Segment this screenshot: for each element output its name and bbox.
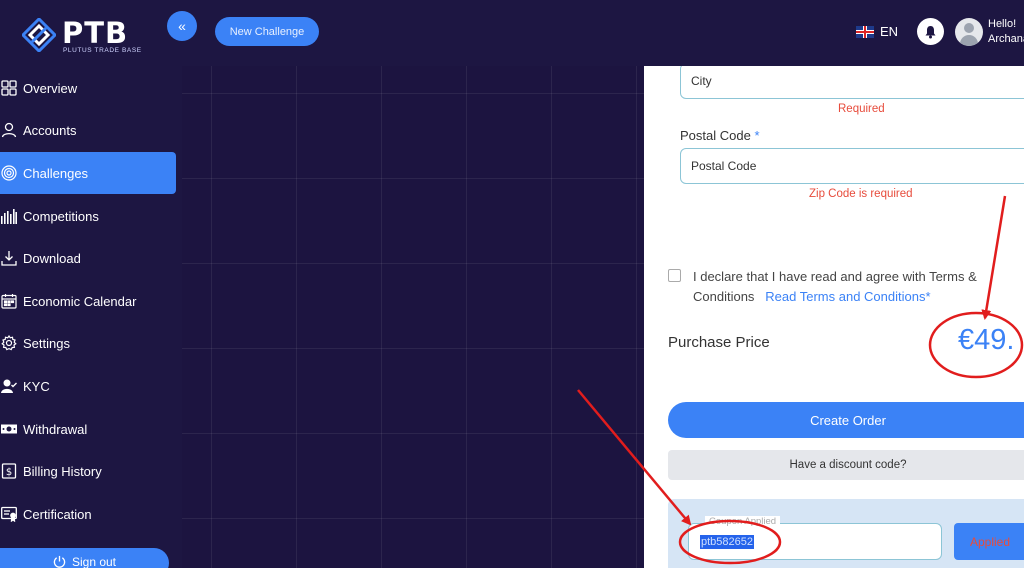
coupon-section: Coupon Applied ptb582652 Applied (668, 499, 1024, 568)
terms-link[interactable]: Read Terms and Conditions* (765, 289, 930, 304)
coupon-legend: Coupon Applied (705, 516, 781, 527)
grid-icon (0, 79, 18, 97)
discount-code-toggle[interactable]: Have a discount code? (668, 450, 1024, 480)
sidebar-item-label: Economic Calendar (23, 293, 137, 309)
language-selector[interactable]: EN (856, 24, 898, 39)
sidebar-item-label: Billing History (23, 463, 102, 479)
double-chevron-left-icon: « (178, 18, 186, 34)
user-greeting[interactable]: Hello! Archana (988, 17, 1024, 47)
sidebar-item-economic-calendar[interactable]: Economic Calendar (0, 280, 176, 322)
create-order-button[interactable]: Create Order (668, 402, 1024, 438)
username-text: Archana (988, 33, 1024, 45)
uk-flag-icon (856, 25, 874, 38)
notifications-button[interactable] (917, 18, 944, 45)
postal-code-placeholder: Postal Code (691, 159, 757, 173)
logo-diamond-icon (22, 18, 56, 52)
sidebar-item-label: KYC (23, 378, 50, 394)
required-mark: * (754, 128, 760, 143)
city-placeholder: City (691, 74, 712, 88)
sidebar-item-overview[interactable]: Overview (0, 67, 176, 109)
purchase-price-label: Purchase Price (668, 334, 770, 351)
logo[interactable]: PTB PLUTUS TRADE BASE (22, 16, 142, 56)
purchase-price-value: €49. (958, 324, 1015, 356)
checkout-panel: City Required Postal Code * Postal Code … (644, 66, 1024, 568)
city-error: Required (838, 103, 885, 115)
greeting-text: Hello! (988, 18, 1017, 30)
user-check-icon (0, 377, 18, 395)
applied-button[interactable]: Applied (954, 523, 1024, 560)
postal-code-error: Zip Code is required (809, 188, 913, 200)
coupon-input[interactable]: Coupon Applied ptb582652 (688, 516, 942, 560)
city-input[interactable]: City (680, 66, 1024, 99)
sign-out-label: Sign out (71, 555, 117, 568)
sidebar-item-withdrawal[interactable]: Withdrawal (0, 408, 176, 450)
logo-subtitle: PLUTUS TRADE BASE (63, 47, 142, 54)
svg-text:$: $ (6, 467, 12, 478)
sidebar-item-certification[interactable]: Certification (0, 493, 176, 535)
sidebar: Overview Accounts Challenges Competition… (0, 66, 182, 568)
language-label: EN (880, 24, 899, 39)
terms-checkbox[interactable] (668, 269, 681, 282)
dollar-doc-icon: $ (0, 462, 18, 480)
sidebar-item-label: Overview (23, 80, 78, 96)
avatar[interactable] (955, 18, 983, 46)
top-bar: PTB PLUTUS TRADE BASE « New Challenge EN… (0, 0, 1024, 66)
sidebar-item-download[interactable]: Download (0, 237, 176, 279)
coupon-value: ptb582652 (700, 535, 754, 549)
postal-code-label-text: Postal Code (680, 128, 751, 143)
sidebar-item-label: Withdrawal (23, 421, 88, 437)
collapse-sidebar-button[interactable]: « (167, 11, 197, 41)
sidebar-item-label: Download (23, 250, 81, 266)
sidebar-item-competitions[interactable]: Competitions (0, 195, 176, 237)
money-icon (0, 420, 18, 438)
postal-code-label: Postal Code * (680, 128, 760, 143)
sidebar-item-label: Settings (23, 335, 70, 351)
download-icon (0, 249, 18, 267)
sidebar-item-label: Challenges (23, 165, 89, 181)
postal-code-input[interactable]: Postal Code (680, 148, 1024, 184)
terms-declaration: I declare that I have read and agree wit… (693, 267, 1013, 307)
sidebar-item-kyc[interactable]: KYC (0, 365, 176, 407)
sidebar-item-label: Certification (23, 506, 92, 522)
power-icon (53, 555, 66, 568)
user-icon (0, 121, 18, 139)
new-challenge-button[interactable]: New Challenge (215, 17, 319, 46)
sidebar-item-settings[interactable]: Settings (0, 322, 176, 364)
main-background (182, 66, 644, 568)
sidebar-item-challenges[interactable]: Challenges (0, 152, 176, 194)
certificate-icon (0, 505, 18, 523)
target-icon (0, 164, 18, 182)
sign-out-button[interactable]: Sign out (0, 548, 169, 568)
bell-icon (925, 25, 936, 38)
sidebar-item-label: Competitions (23, 208, 99, 224)
gear-icon (0, 334, 18, 352)
bars-icon (0, 207, 18, 225)
sidebar-item-billing-history[interactable]: $ Billing History (0, 450, 176, 492)
logo-text: PTB (62, 16, 129, 50)
calendar-icon (0, 292, 18, 310)
sidebar-item-label: Accounts (23, 122, 77, 138)
sidebar-item-accounts[interactable]: Accounts (0, 109, 176, 151)
